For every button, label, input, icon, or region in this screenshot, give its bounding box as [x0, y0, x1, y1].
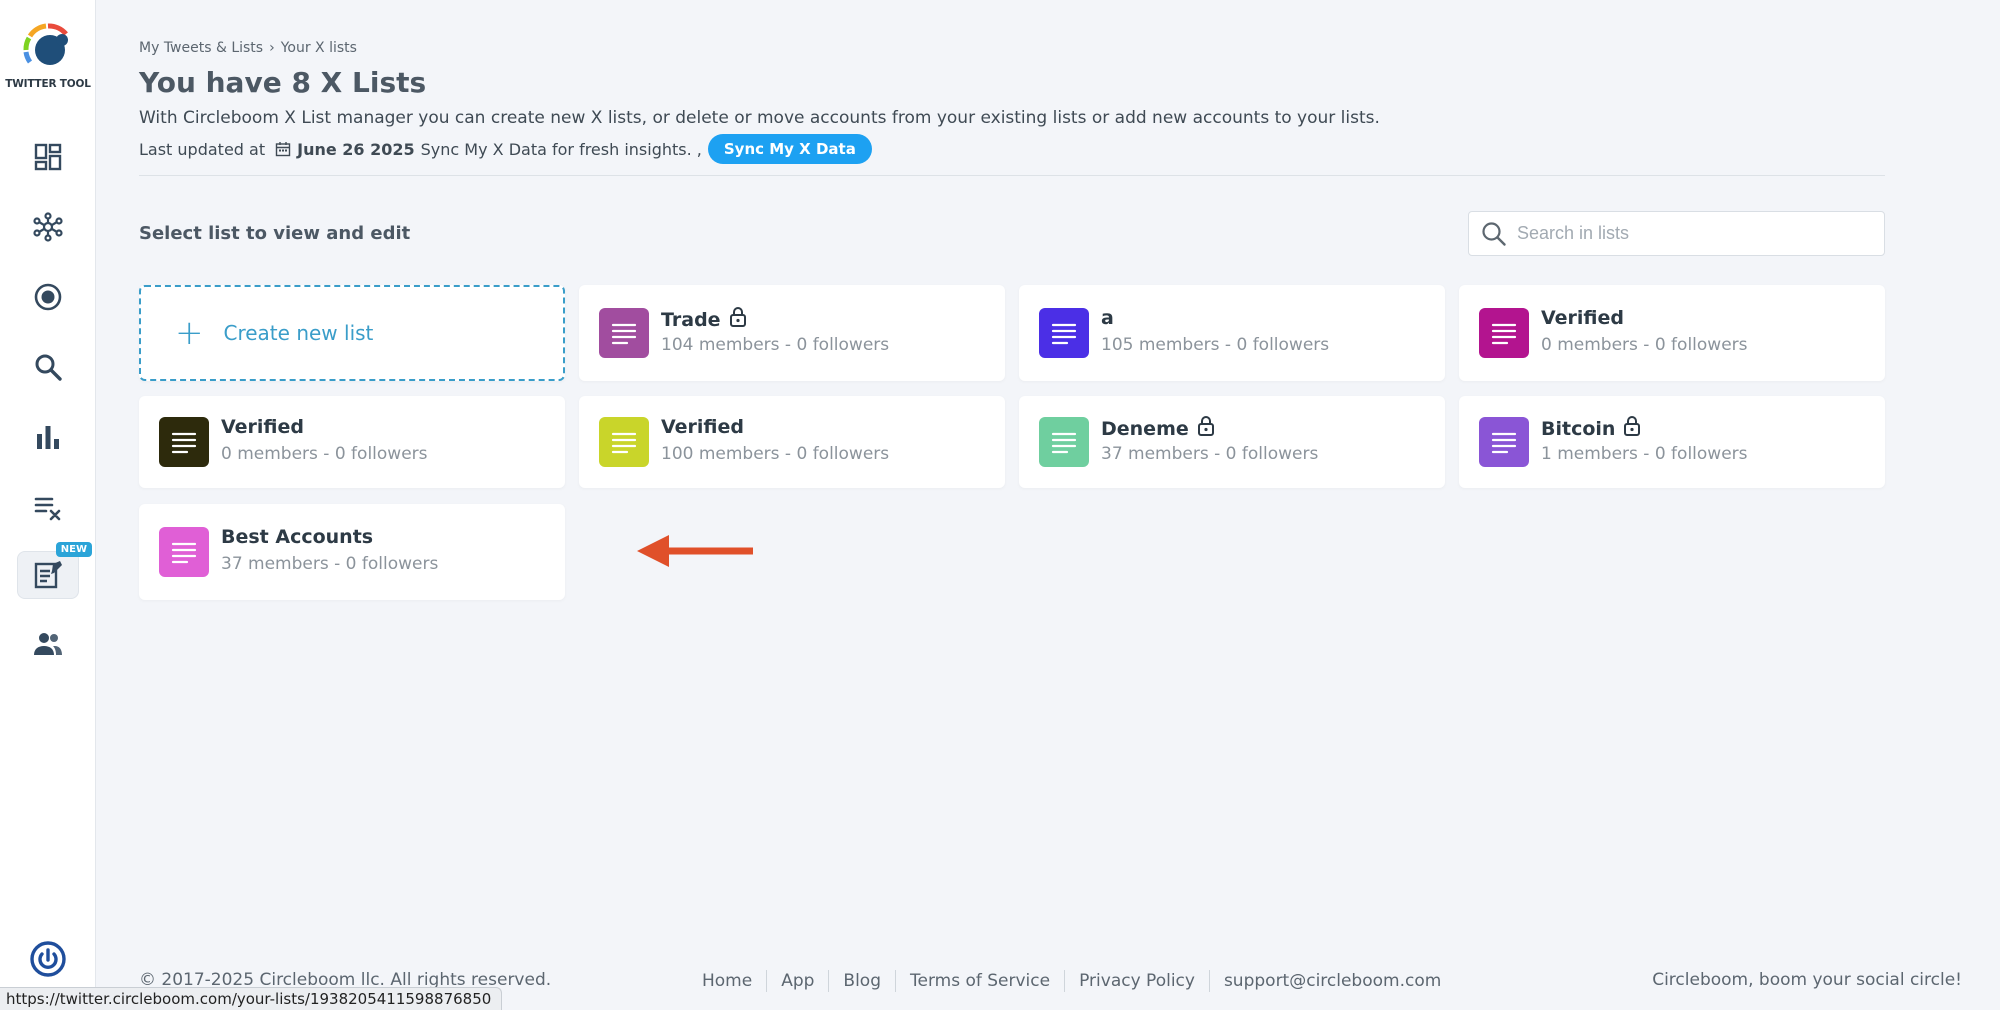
list-card[interactable]: Verified 0 members - 0 followers [1459, 285, 1885, 381]
sidebar-item-target[interactable] [17, 273, 79, 321]
list-name: Trade [661, 307, 747, 332]
updated-suffix: Sync My X Data for fresh insights. , [420, 139, 702, 159]
breadcrumb-separator-icon: › [269, 40, 275, 56]
list-meta: 1 members - 0 followers [1541, 444, 1748, 464]
footer-link-support-email[interactable]: support@circleboom.com [1210, 971, 1455, 991]
sidebar-item-analytics[interactable] [17, 413, 79, 461]
list-meta: 100 members - 0 followers [661, 444, 890, 464]
list-icon [599, 417, 649, 467]
list-card[interactable]: Verified 0 members - 0 followers [139, 396, 565, 488]
list-meta: 104 members - 0 followers [661, 335, 890, 355]
list-name: a [1101, 307, 1114, 329]
footer-links: Home App Blog Terms of Service Privacy P… [688, 970, 1455, 992]
page-description: With Circleboom X List manager you can c… [139, 108, 1380, 128]
list-meta: 0 members - 0 followers [1541, 335, 1748, 355]
list-meta: 37 members - 0 followers [221, 554, 439, 574]
list-icon [1479, 417, 1529, 467]
header-divider [139, 175, 1885, 176]
circleboom-logo-icon [23, 23, 68, 65]
search-icon [1482, 221, 1506, 246]
page-title: You have 8 X Lists [139, 66, 427, 99]
list-icon [159, 417, 209, 467]
lock-icon [1197, 416, 1215, 441]
list-icon [599, 308, 649, 358]
list-icon [1479, 308, 1529, 358]
footer-link-app[interactable]: App [767, 971, 828, 991]
sidebar-item-list-manager[interactable]: NEW [17, 542, 92, 599]
list-icon [1039, 308, 1089, 358]
sidebar-item-users[interactable] [17, 620, 79, 668]
list-name: Best Accounts [221, 526, 373, 548]
list-name-text: Verified [1541, 307, 1625, 329]
search-lists-box[interactable] [1468, 211, 1885, 256]
users-icon [34, 633, 62, 655]
section-title: Select list to view and edit [139, 223, 411, 244]
list-name-text: a [1101, 307, 1114, 329]
list-remove-icon [34, 497, 61, 521]
list-name: Deneme [1101, 416, 1215, 441]
footer-link-blog[interactable]: Blog [829, 971, 895, 991]
lock-icon [729, 307, 747, 332]
app-logo[interactable]: TWITTER TOOL [0, 22, 96, 90]
list-card[interactable]: Bitcoin 1 members - 0 followers [1459, 396, 1885, 488]
sidebar-item-search[interactable] [17, 343, 79, 391]
sidebar-item-list-cleanup[interactable] [17, 483, 79, 531]
sync-data-button[interactable]: Sync My X Data [707, 134, 872, 164]
list-meta: 105 members - 0 followers [1101, 335, 1330, 355]
updated-date: June 26 2025 [297, 139, 415, 159]
sidebar-item-network[interactable] [17, 203, 79, 251]
list-meta: 0 members - 0 followers [221, 444, 428, 464]
target-icon [34, 283, 62, 311]
list-name: Bitcoin [1541, 416, 1641, 441]
sidebar-item-dashboard[interactable] [17, 133, 79, 181]
list-card[interactable]: Verified 100 members - 0 followers [579, 396, 1005, 488]
footer-tagline: Circleboom, boom your social circle! [1652, 970, 1962, 990]
breadcrumb-current: Your X lists [280, 40, 357, 56]
logo-text: TWITTER TOOL [5, 78, 91, 90]
list-name-text: Deneme [1101, 417, 1189, 440]
lock-icon [1623, 416, 1641, 441]
arrow-annotation-icon [637, 535, 753, 567]
plus-icon: + [175, 313, 204, 353]
list-card[interactable]: Deneme 37 members - 0 followers [1019, 396, 1445, 488]
create-new-list-card[interactable]: + Create new list [139, 285, 565, 381]
list-name: Verified [1541, 307, 1624, 329]
list-name-text: Trade [661, 308, 721, 331]
list-card[interactable]: a 105 members - 0 followers [1019, 285, 1445, 381]
network-icon [33, 212, 63, 242]
list-name-text: Best Accounts [221, 526, 374, 548]
breadcrumb-parent[interactable]: My Tweets & Lists [139, 40, 263, 56]
updated-label: Last updated at [139, 139, 266, 159]
sidebar: TWITTER TOOL NEW [0, 0, 96, 1010]
create-new-list-label: Create new list [223, 321, 374, 345]
new-badge: NEW [55, 542, 92, 557]
status-bar-url: https://twitter.circleboom.com/your-list… [0, 987, 503, 1010]
list-name-text: Verified [661, 416, 745, 438]
list-name: Verified [221, 416, 304, 438]
list-card[interactable]: Best Accounts 37 members - 0 followers [139, 504, 565, 600]
footer-link-home[interactable]: Home [688, 971, 766, 991]
list-name-text: Bitcoin [1541, 417, 1616, 440]
last-updated-row: Last updated at June 26 2025 Sync My X D… [139, 134, 872, 164]
dashboard-icon [34, 143, 62, 171]
list-icon [1039, 417, 1089, 467]
search-icon [35, 354, 62, 381]
list-card[interactable]: Trade 104 members - 0 followers [579, 285, 1005, 381]
breadcrumb: My Tweets & Lists › Your X lists [139, 40, 357, 56]
list-icon [159, 527, 209, 577]
footer-link-terms[interactable]: Terms of Service [896, 971, 1064, 991]
calendar-icon [275, 142, 291, 157]
list-name: Verified [661, 416, 744, 438]
bar-chart-icon [37, 426, 59, 449]
list-name-text: Verified [221, 416, 305, 438]
list-meta: 37 members - 0 followers [1101, 444, 1319, 464]
footer-link-privacy[interactable]: Privacy Policy [1065, 971, 1209, 991]
list-edit-icon [34, 561, 62, 589]
search-input[interactable] [1517, 223, 1857, 244]
